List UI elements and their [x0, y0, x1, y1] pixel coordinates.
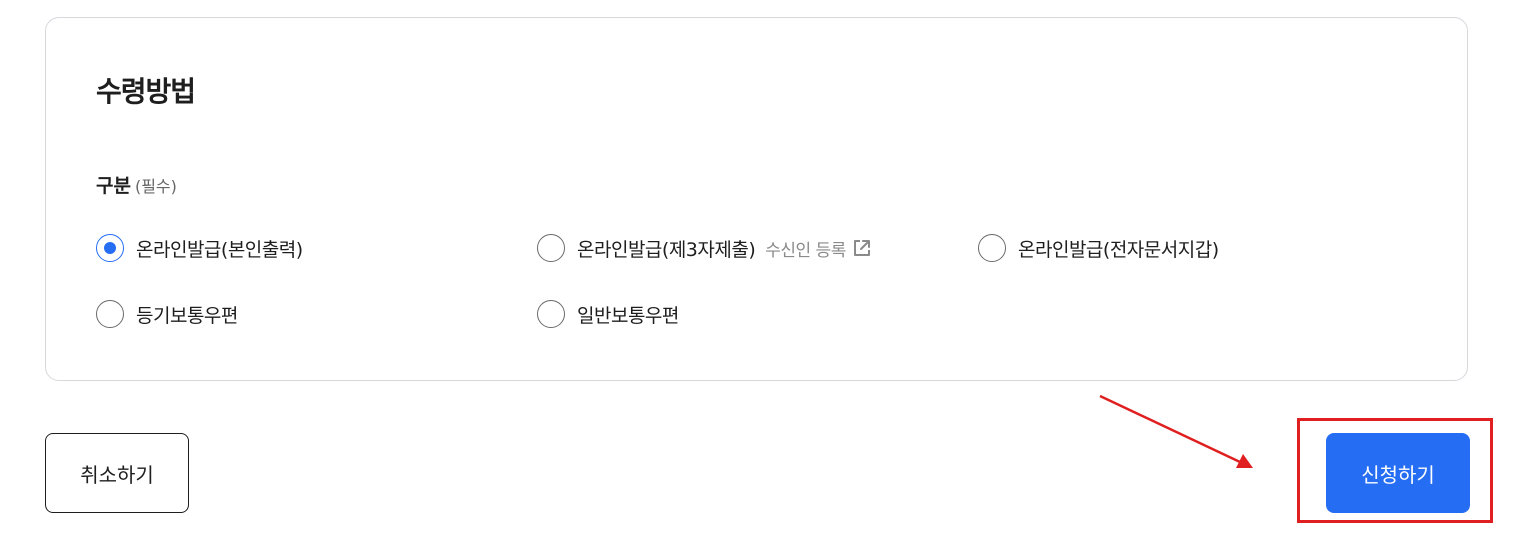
radio-option-regular-mail[interactable]: 일반보통우편 — [537, 300, 679, 328]
radio-option-label: 온라인발급(제3자제출) — [577, 238, 756, 261]
submit-button[interactable]: 신청하기 — [1326, 433, 1470, 513]
radio-option-label: 온라인발급(본인출력) — [136, 238, 303, 261]
radio-option-third-party[interactable]: 온라인발급(제3자제출) 수신인 등록 — [537, 234, 872, 262]
radio-button[interactable] — [96, 300, 124, 328]
radio-option-registered-mail[interactable]: 등기보통우편 — [96, 300, 238, 328]
external-link-icon — [853, 240, 870, 256]
radio-option-e-wallet[interactable]: 온라인발급(전자문서지갑) — [978, 234, 1219, 262]
recipient-register-link[interactable]: 수신인 등록 — [765, 236, 872, 261]
radio-option-self-print[interactable]: 온라인발급(본인출력) — [96, 234, 303, 262]
radio-button[interactable] — [96, 234, 124, 262]
radio-button[interactable] — [537, 300, 565, 328]
recipient-register-label: 수신인 등록 — [765, 240, 846, 261]
field-label: 구분 (필수) — [96, 171, 177, 198]
radio-button[interactable] — [978, 234, 1006, 262]
radio-option-label: 일반보통우편 — [577, 304, 679, 327]
section-title: 수령방법 — [96, 75, 196, 108]
page: 수령방법 구분 (필수) 온라인발급(본인출력) 온라인발급(제3자제출) 수신인… — [0, 0, 1526, 533]
required-indicator: (필수) — [134, 177, 177, 196]
cancel-button[interactable]: 취소하기 — [45, 433, 189, 513]
radio-selected-dot — [104, 242, 116, 254]
radio-button[interactable] — [537, 234, 565, 262]
field-label-text: 구분 — [96, 175, 131, 197]
radio-option-label: 등기보통우편 — [136, 304, 238, 327]
receipt-method-card: 수령방법 구분 (필수) 온라인발급(본인출력) 온라인발급(제3자제출) 수신인… — [45, 17, 1468, 381]
radio-option-label: 온라인발급(전자문서지갑) — [1018, 238, 1219, 261]
